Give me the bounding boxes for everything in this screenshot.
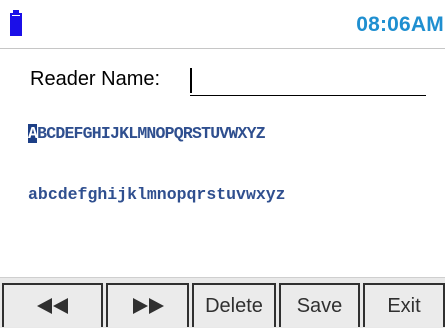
key-s[interactable]: s (206, 185, 216, 204)
key-g[interactable]: g (87, 185, 97, 204)
key-a[interactable]: a (28, 185, 38, 204)
key-z[interactable]: z (276, 185, 286, 204)
key-M[interactable]: M (137, 124, 147, 143)
key-f[interactable]: f (78, 185, 88, 204)
key-F[interactable]: F (74, 124, 84, 143)
key-R[interactable]: R (183, 124, 193, 143)
key-d[interactable]: d (58, 185, 68, 204)
key-l[interactable]: l (137, 185, 147, 204)
key-n[interactable]: n (157, 185, 167, 204)
key-U[interactable]: U (210, 124, 220, 143)
key-m[interactable]: m (147, 185, 157, 204)
key-r[interactable]: r (196, 185, 206, 204)
key-G[interactable]: G (83, 124, 93, 143)
rewind-icon (36, 298, 68, 314)
fast-forward-icon (132, 298, 164, 314)
key-I[interactable]: I (101, 124, 111, 143)
key-N[interactable]: N (146, 124, 156, 143)
key-P[interactable]: P (165, 124, 175, 143)
key-H[interactable]: H (92, 124, 102, 143)
battery-icon (10, 10, 22, 36)
key-D[interactable]: D (55, 124, 65, 143)
key-K[interactable]: K (119, 124, 129, 143)
key-W[interactable]: W (228, 124, 238, 143)
key-y[interactable]: y (266, 185, 276, 204)
save-button[interactable]: Save (279, 283, 360, 327)
key-L[interactable]: L (128, 124, 138, 143)
key-u[interactable]: u (226, 185, 236, 204)
key-J[interactable]: J (110, 124, 120, 143)
key-v[interactable]: v (236, 185, 246, 204)
key-X[interactable]: X (238, 124, 248, 143)
status-bar: 08:06AM (0, 0, 445, 49)
reader-name-input[interactable] (190, 66, 426, 96)
key-V[interactable]: V (219, 124, 229, 143)
delete-button[interactable]: Delete (192, 283, 276, 327)
key-O[interactable]: O (156, 124, 166, 143)
key-h[interactable]: h (97, 185, 107, 204)
key-Y[interactable]: Y (247, 124, 257, 143)
key-w[interactable]: w (246, 185, 256, 204)
key-j[interactable]: j (117, 185, 127, 204)
key-E[interactable]: E (64, 124, 74, 143)
button-bar: Delete Save Exit (0, 277, 445, 328)
uppercase-key-row: ABCDEFGHIJKLMNOPQRSTUVWXYZ (28, 124, 266, 143)
exit-button[interactable]: Exit (363, 283, 445, 327)
key-T[interactable]: T (201, 124, 211, 143)
key-S[interactable]: S (192, 124, 202, 143)
key-e[interactable]: e (68, 185, 78, 204)
key-i[interactable]: i (107, 185, 117, 204)
key-A[interactable]: A (28, 124, 38, 143)
key-k[interactable]: k (127, 185, 137, 204)
key-B[interactable]: B (37, 124, 47, 143)
lowercase-key-row: abcdefghijklmnopqrstuvwxyz (28, 185, 286, 204)
text-caret (190, 68, 192, 93)
clock: 08:06AM (356, 13, 444, 36)
key-x[interactable]: x (256, 185, 266, 204)
reader-name-label: Reader Name: (30, 68, 161, 90)
key-q[interactable]: q (187, 185, 197, 204)
reader-name-row: Reader Name: (30, 66, 426, 100)
key-Q[interactable]: Q (174, 124, 184, 143)
next-button[interactable] (106, 283, 189, 327)
key-Z[interactable]: Z (256, 124, 266, 143)
previous-button[interactable] (2, 283, 103, 327)
key-c[interactable]: c (48, 185, 58, 204)
key-o[interactable]: o (167, 185, 177, 204)
key-t[interactable]: t (216, 185, 226, 204)
key-C[interactable]: C (46, 124, 56, 143)
key-p[interactable]: p (177, 185, 187, 204)
key-b[interactable]: b (38, 185, 48, 204)
